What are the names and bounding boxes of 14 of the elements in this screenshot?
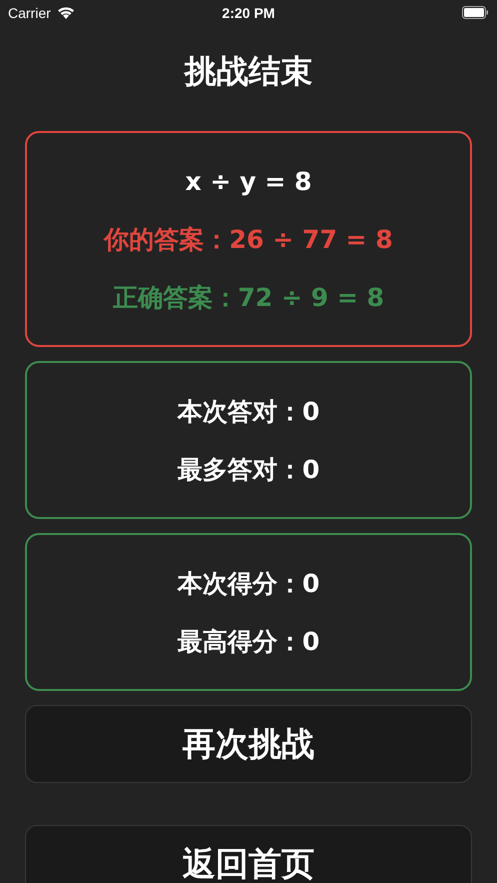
result-text: 正确答案：72 ÷ 9 = 8: [112, 282, 384, 314]
wifi-icon: [56, 6, 75, 19]
action-button[interactable]: 再次挑战: [25, 705, 472, 783]
result-text: 本次答对：0: [177, 396, 320, 428]
action-button[interactable]: 返回首页: [25, 825, 472, 883]
battery-icon: [462, 6, 489, 19]
page-title: 挑战结束: [184, 51, 312, 92]
carrier-label: Carrier: [8, 4, 51, 20]
result-text: 本次得分：0: [177, 568, 320, 600]
result-text: 最多答对：0: [177, 454, 320, 486]
clock-time: 2:20 PM: [222, 4, 275, 20]
result-text: 你的答案：26 ÷ 77 = 8: [104, 224, 393, 256]
result-text: x ÷ y = 8: [185, 166, 312, 198]
result-text: 最高得分：0: [177, 626, 320, 658]
